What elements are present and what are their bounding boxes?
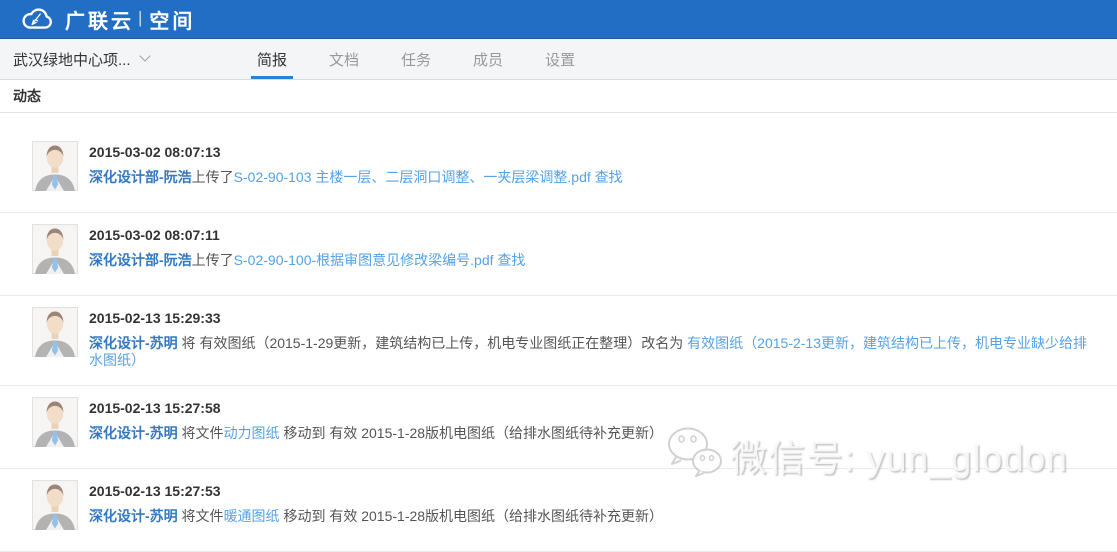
user-avatar	[32, 397, 78, 452]
activity-text: 深化设计-苏明 将文件暖通图纸 移动到 有效 2015-1-28版机电图纸（给排…	[89, 508, 663, 525]
cloud-pen-logo-icon	[20, 5, 56, 33]
activity-plain-text: 将 有效图纸（2015-1-29更新，建筑结构已上传，机电专业图纸正在整理）改名…	[178, 335, 688, 351]
chevron-down-icon	[141, 52, 151, 62]
activity-text: 深化设计-苏明 将文件动力图纸 移动到 有效 2015-1-28版机电图纸（给排…	[89, 425, 663, 442]
activity-text: 深化设计部-阮浩上传了S-02-90-100-根据审图意见修改梁编号.pdf 查…	[89, 252, 525, 269]
user-name-link[interactable]: 深化设计-苏明	[89, 335, 178, 351]
tab-list: 简报文档任务成员设置	[236, 39, 596, 79]
activity-feed: 2015-03-02 08:07:13 深化设计部-阮浩上传了S-02-90-1…	[0, 113, 1117, 552]
activity-text: 深化设计部-阮浩上传了S-02-90-103 主楼一层、二层洞口调整、一夹层梁调…	[89, 169, 623, 186]
file-link[interactable]: 查找	[494, 252, 526, 268]
app-header: 广联云 | 空间	[0, 0, 1117, 39]
activity-plain-text: 移动到 有效 2015-1-28版机电图纸（给排水图纸待补充更新）	[280, 508, 664, 524]
feed-row-body: 2015-03-02 08:07:13 深化设计部-阮浩上传了S-02-90-1…	[89, 141, 623, 196]
activity-plain-text: 上传了	[192, 252, 234, 268]
feed-row: 2015-02-13 15:27:58 深化设计-苏明 将文件动力图纸 移动到 …	[0, 386, 1117, 469]
user-name-link[interactable]: 深化设计-苏明	[89, 425, 178, 441]
feed-row: 2015-03-02 08:07:11 深化设计部-阮浩上传了S-02-90-1…	[0, 213, 1117, 296]
activity-text: 深化设计-苏明 将 有效图纸（2015-1-29更新，建筑结构已上传，机电专业图…	[89, 335, 1097, 369]
section-title: 动态	[13, 86, 41, 106]
file-link[interactable]: 暖通图纸	[224, 508, 280, 524]
activity-plain-text: 上传了	[192, 169, 234, 185]
feed-row: 2015-03-02 08:07:13 深化设计部-阮浩上传了S-02-90-1…	[0, 113, 1117, 213]
section-bar: 动态	[0, 80, 1117, 113]
feed-row: 2015-02-13 15:27:53 深化设计-苏明 将文件暖通图纸 移动到 …	[0, 469, 1117, 552]
timestamp: 2015-02-13 15:27:53	[89, 483, 663, 499]
timestamp: 2015-02-13 15:27:58	[89, 400, 663, 416]
file-link[interactable]: 查找	[591, 169, 623, 185]
project-name-label: 武汉绿地中心项...	[13, 49, 131, 70]
timestamp: 2015-02-13 15:29:33	[89, 310, 1097, 326]
brand-divider: |	[138, 8, 142, 28]
activity-plain-text: 将文件	[178, 425, 224, 441]
user-name-link[interactable]: 深化设计部-阮浩	[89, 252, 192, 268]
feed-row-body: 2015-02-13 15:29:33 深化设计-苏明 将 有效图纸（2015-…	[89, 307, 1097, 369]
feed-row-body: 2015-03-02 08:07:11 深化设计部-阮浩上传了S-02-90-1…	[89, 224, 525, 279]
activity-plain-text: 移动到 有效 2015-1-28版机电图纸（给排水图纸待补充更新）	[280, 425, 664, 441]
user-avatar	[32, 224, 78, 279]
brand-name: 广联云	[65, 5, 134, 34]
tab-3[interactable]: 成员	[452, 39, 524, 79]
product-name: 空间	[149, 5, 195, 34]
tab-2[interactable]: 任务	[380, 39, 452, 79]
project-selector[interactable]: 武汉绿地中心项...	[13, 39, 163, 79]
activity-plain-text: 将文件	[178, 508, 224, 524]
file-link[interactable]: S-02-90-103 主楼一层、二层洞口调整、一夹层梁调整.pdf	[234, 169, 591, 185]
feed-row: 2015-02-13 15:29:33 深化设计-苏明 将 有效图纸（2015-…	[0, 296, 1117, 386]
user-avatar	[32, 141, 78, 196]
timestamp: 2015-03-02 08:07:13	[89, 144, 623, 160]
nav-bar: 武汉绿地中心项... 简报文档任务成员设置	[0, 39, 1117, 80]
tab-4[interactable]: 设置	[524, 39, 596, 79]
user-avatar	[32, 307, 78, 369]
file-link[interactable]: 动力图纸	[224, 425, 280, 441]
user-avatar	[32, 480, 78, 535]
user-name-link[interactable]: 深化设计-苏明	[89, 508, 178, 524]
tab-1[interactable]: 文档	[308, 39, 380, 79]
user-name-link[interactable]: 深化设计部-阮浩	[89, 169, 192, 185]
feed-row-body: 2015-02-13 15:27:58 深化设计-苏明 将文件动力图纸 移动到 …	[89, 397, 663, 452]
file-link[interactable]: S-02-90-100-根据审图意见修改梁编号.pdf	[234, 252, 494, 268]
feed-row-body: 2015-02-13 15:27:53 深化设计-苏明 将文件暖通图纸 移动到 …	[89, 480, 663, 535]
timestamp: 2015-03-02 08:07:11	[89, 227, 525, 243]
tab-0[interactable]: 简报	[236, 39, 308, 79]
